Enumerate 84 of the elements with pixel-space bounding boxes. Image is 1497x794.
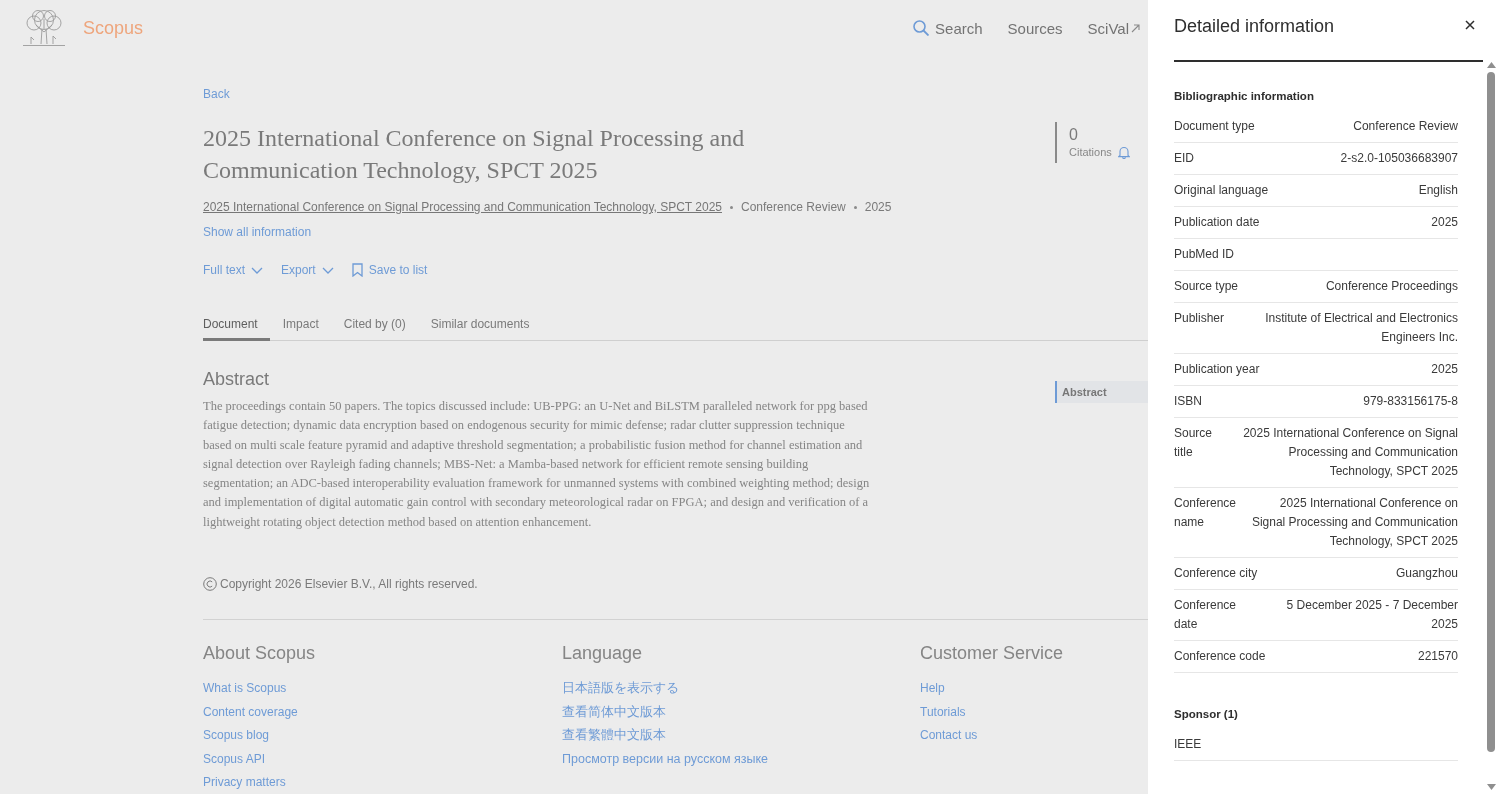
copyright-icon xyxy=(203,577,217,592)
info-label: Conference city xyxy=(1174,565,1258,582)
info-value: 5 December 2025 - 7 December 2025 xyxy=(1285,597,1458,633)
bookmark-icon xyxy=(351,263,363,277)
info-section-heading: Sponsor (1) xyxy=(1174,707,1239,722)
scroll-down-icon[interactable] xyxy=(1486,784,1496,790)
external-link[interactable]: SciVal xyxy=(1087,19,1140,37)
close-icon xyxy=(1465,20,1475,30)
info-label: Document type xyxy=(1174,118,1255,135)
document-title: 2025 International Conference on Signal Processing and Communication Technology, SPCT 2025 xyxy=(203,124,746,185)
info-label: Conference date xyxy=(1174,597,1238,633)
info-value: Institute of Electrical and Electronics Engineers Inc. xyxy=(1264,310,1458,346)
tab[interactable]: Document xyxy=(203,316,270,341)
footer-link[interactable]: 查看简体中文版本 xyxy=(562,703,666,720)
footer-link[interactable]: 查看繁體中文版本 xyxy=(562,727,666,744)
citation-count: 0 xyxy=(1069,125,1079,145)
footer-heading: Language xyxy=(562,642,644,665)
footer-link[interactable]: What is Scopus xyxy=(203,680,287,697)
info-label: ISBN xyxy=(1174,393,1202,410)
info-value: Conference Review xyxy=(1353,118,1458,135)
bullet-icon xyxy=(853,205,857,209)
tab[interactable]: Similar documents xyxy=(430,316,542,341)
info-value: 221570 xyxy=(1417,648,1458,665)
footer-link[interactable]: Content coverage xyxy=(203,703,298,720)
meta-text: 2025 xyxy=(864,199,892,215)
external-link-icon xyxy=(1131,23,1140,33)
info-value: 2025 International Conference on Signal Processing and Communication Technology, SPCT 2025 xyxy=(1242,425,1458,480)
copyright-text: Copyright 2026 Elsevier B.V., All rights reserved. xyxy=(220,576,478,593)
info-label: Publication date xyxy=(1174,214,1260,231)
panel-title: Detailed information xyxy=(1174,15,1335,38)
source-link[interactable]: 2025 International Conference on Signal Processing and Communication Technology, SPCT 2025 xyxy=(203,199,722,215)
info-label: PubMed ID xyxy=(1174,246,1235,263)
close-button[interactable] xyxy=(1465,20,1475,30)
tree-logo-icon[interactable] xyxy=(22,9,66,47)
info-label: IEEE xyxy=(1174,736,1202,753)
footer-link[interactable]: Scopus blog xyxy=(203,727,270,744)
info-label: EID xyxy=(1174,150,1194,167)
footer-link[interactable]: Help xyxy=(920,680,945,697)
info-label: Conference name xyxy=(1174,495,1237,531)
info-label: Publisher xyxy=(1174,310,1225,327)
dropdown-button[interactable]: Export xyxy=(281,262,334,278)
meta-text: Conference Review xyxy=(741,199,846,215)
search-icon xyxy=(913,20,930,36)
abstract-text: The proceedings contain 50 papers. The topics discussed include: UB-PPG: an U-Net and BiLSTM paralleled network for ppg based fatigue detection; dynamic data encryption based on endogenous security for mimic defense; radar clutter suppression technique based on multi scale feature pyramid and adaptive threshold segmentation; a probabilistic fusion method for channel estimation and signal detection over Rayleigh fading channels; MBS-Net: a Mamba-based network for efficient remote sensing building segmentation; an ADC-based interoperability evaluation framework for unmanned systems with combined weighting method; design and implementation of digital automatic gain control with secondary meteorological radar on FPGA; and design and verification of a lightweight rotating object detection method based on attention enhancement. xyxy=(203,398,871,531)
bullet-icon xyxy=(730,205,733,209)
footer-link[interactable]: Просмотр версии на русском языке xyxy=(562,750,769,767)
dropdown-button[interactable]: Full text xyxy=(203,262,263,278)
info-value: 2-s2.0-105036683907 xyxy=(1340,150,1458,167)
info-label: Original language xyxy=(1174,182,1269,199)
nav-link[interactable]: Sources xyxy=(1007,19,1063,37)
info-section-heading: Bibliographic information xyxy=(1174,89,1315,104)
info-value: Guangzhou xyxy=(1395,565,1458,582)
footer-link[interactable]: 日本語版を表示する xyxy=(562,680,679,697)
chevron-down-icon xyxy=(321,266,334,274)
scrollbar-thumb[interactable] xyxy=(1487,72,1495,752)
bell-icon[interactable] xyxy=(1117,145,1130,159)
scroll-up-icon[interactable] xyxy=(1486,62,1496,68)
citations-label: Citations xyxy=(1069,145,1112,159)
info-value: 2025 xyxy=(1431,214,1458,231)
footer-heading: About Scopus xyxy=(203,642,317,665)
info-label: Publication year xyxy=(1174,361,1260,378)
save-to-list-button[interactable]: Save to list xyxy=(351,262,428,278)
section-heading: Abstract xyxy=(203,368,271,390)
footer-link[interactable]: Scopus API xyxy=(203,750,266,767)
tab[interactable]: Impact xyxy=(282,316,331,341)
tab[interactable]: Cited by (0) xyxy=(343,316,418,341)
show-all-link[interactable]: Show all information xyxy=(203,224,312,240)
footer-heading: Customer Service xyxy=(920,642,1065,665)
info-value: 2025 International Conference on Signal Processing and Communication Technology, SPCT 2025 xyxy=(1250,495,1458,550)
info-label: Source title xyxy=(1174,425,1213,461)
footer-link[interactable]: Contact us xyxy=(920,727,978,744)
back-link[interactable]: Back xyxy=(203,86,230,102)
info-value: English xyxy=(1418,182,1458,199)
outline-link[interactable]: Abstract xyxy=(1055,381,1148,403)
chevron-down-icon xyxy=(251,266,263,274)
logo-text[interactable]: Scopus xyxy=(83,17,144,39)
footer-link[interactable]: Privacy matters xyxy=(203,774,286,791)
info-label: Conference code xyxy=(1174,648,1266,665)
info-value: Conference Proceedings xyxy=(1325,278,1458,295)
info-label: Source type xyxy=(1174,278,1239,295)
search-link[interactable]: Search xyxy=(913,19,983,37)
info-value: 979-833156175-8 xyxy=(1363,393,1458,410)
footer-link[interactable]: Tutorials xyxy=(920,703,966,720)
info-value: 2025 xyxy=(1431,361,1458,378)
